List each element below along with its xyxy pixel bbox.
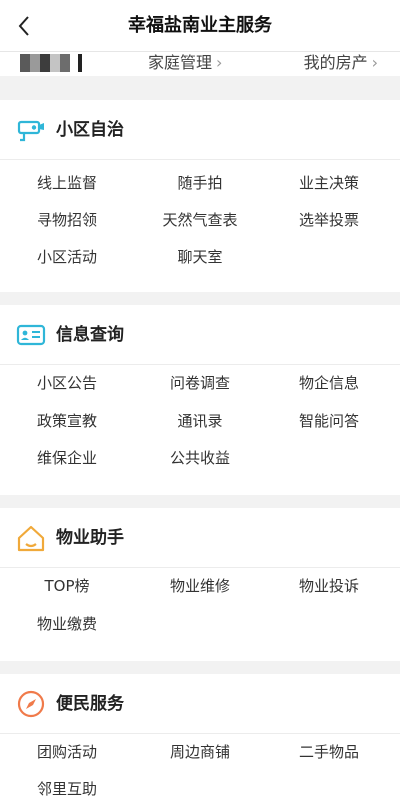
- service-item[interactable]: 业主决策: [262, 172, 396, 194]
- user-avatar: [20, 53, 82, 73]
- chevron-left-icon: [18, 16, 29, 36]
- service-grid: TOP榜 物业维修 物业投诉 物业缴费: [0, 568, 400, 633]
- service-item[interactable]: 天然气查表: [133, 209, 267, 231]
- page: 幸福盐南业主服务 家庭管理 › 我的房产 › 小区自治 线上监督 随手拍 业主决…: [0, 0, 400, 805]
- user-bar: 家庭管理 › 我的房产 ›: [0, 52, 400, 76]
- section-title: 便民服务: [56, 694, 124, 714]
- service-item[interactable]: 二手物品: [262, 741, 396, 763]
- service-item[interactable]: 随手拍: [133, 172, 267, 194]
- id-card-icon: [16, 324, 46, 346]
- service-item[interactable]: 物业缴费: [0, 613, 134, 635]
- home-manage-link[interactable]: 家庭管理 ›: [148, 52, 222, 74]
- my-house-link[interactable]: 我的房产 ›: [304, 52, 378, 74]
- service-item[interactable]: TOP榜: [0, 575, 134, 597]
- navbar: 幸福盐南业主服务: [0, 0, 400, 52]
- service-item[interactable]: 智能问答: [262, 410, 396, 432]
- section-title: 物业助手: [56, 528, 124, 548]
- service-grid: 小区公告 问卷调查 物企信息 政策宣教 通讯录 智能问答 维保企业 公共收益: [0, 365, 400, 467]
- page-title: 幸福盐南业主服务: [128, 15, 272, 36]
- chevron-right-icon: ›: [371, 53, 378, 72]
- section-community-autonomy: 小区自治 线上监督 随手拍 业主决策 寻物招领 天然气查表 选举投票 小区活动 …: [0, 100, 400, 292]
- service-item[interactable]: 政策宣教: [0, 410, 134, 432]
- service-item[interactable]: 寻物招领: [0, 209, 134, 231]
- section-title: 小区自治: [56, 120, 124, 140]
- service-item[interactable]: 周边商铺: [133, 741, 267, 763]
- house-icon: [17, 525, 45, 552]
- service-item[interactable]: 公共收益: [133, 447, 267, 469]
- camera-icon: [17, 120, 44, 142]
- chevron-right-icon: ›: [216, 53, 223, 72]
- back-button[interactable]: [10, 12, 38, 40]
- section-property-assistant: 物业助手 TOP榜 物业维修 物业投诉 物业缴费: [0, 508, 400, 661]
- service-item[interactable]: 邻里互助: [0, 778, 134, 800]
- service-item[interactable]: 小区公告: [0, 372, 134, 394]
- service-item[interactable]: 物业投诉: [262, 575, 396, 597]
- section-title: 信息查询: [56, 325, 124, 345]
- compass-icon: [17, 690, 45, 718]
- service-grid: 线上监督 随手拍 业主决策 寻物招领 天然气查表 选举投票 小区活动 聊天室: [0, 160, 400, 266]
- section-header: 便民服务: [0, 674, 400, 734]
- section-header: 物业助手: [0, 508, 400, 568]
- service-item[interactable]: 物企信息: [262, 372, 396, 394]
- service-item[interactable]: 物业维修: [133, 575, 267, 597]
- service-item[interactable]: 通讯录: [133, 410, 267, 432]
- section-header: 小区自治: [0, 100, 400, 160]
- service-item[interactable]: 维保企业: [0, 447, 134, 469]
- my-house-label: 我的房产: [303, 53, 368, 72]
- section-convenience-services: 便民服务 团购活动 周边商铺 二手物品 邻里互助: [0, 674, 400, 805]
- section-info-query: 信息查询 小区公告 问卷调查 物企信息 政策宣教 通讯录 智能问答 维保企业 公…: [0, 305, 400, 495]
- service-grid: 团购活动 周边商铺 二手物品 邻里互助: [0, 734, 400, 798]
- service-item[interactable]: 小区活动: [0, 246, 134, 268]
- home-manage-label: 家庭管理: [148, 53, 213, 72]
- service-item[interactable]: 问卷调查: [133, 372, 267, 394]
- service-item[interactable]: 团购活动: [0, 741, 134, 763]
- section-header: 信息查询: [0, 305, 400, 365]
- service-item[interactable]: 选举投票: [262, 209, 396, 231]
- service-item[interactable]: 聊天室: [133, 246, 267, 268]
- service-item[interactable]: 线上监督: [0, 172, 134, 194]
